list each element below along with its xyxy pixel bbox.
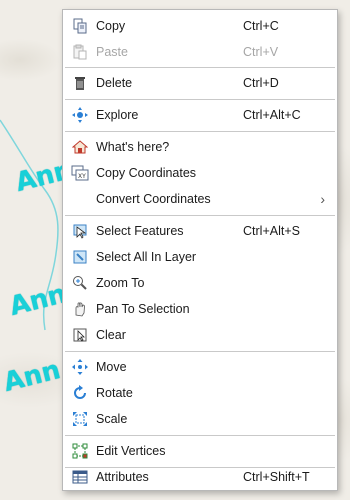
select-features-icon (71, 222, 89, 240)
menu-item-convert-coordinates[interactable]: Convert Coordinates › (63, 186, 337, 212)
menu-item-copy[interactable]: Copy Ctrl+C (63, 13, 337, 39)
menu-item-label: Paste (96, 45, 128, 59)
menu-item-shortcut: Ctrl+D (243, 76, 279, 90)
zoom-to-icon (71, 274, 89, 292)
menu-item-rotate[interactable]: Rotate (63, 380, 337, 406)
menu-item-label: Clear (96, 328, 126, 342)
menu-separator (65, 435, 335, 436)
menu-item-scale[interactable]: Scale (63, 406, 337, 432)
attributes-icon (71, 468, 89, 486)
context-menu: Copy Ctrl+C Paste Ctrl+V Delete Ctrl+D E… (62, 9, 338, 491)
menu-item-shortcut: Ctrl+V (243, 45, 279, 59)
menu-item-label: Convert Coordinates (96, 192, 211, 206)
menu-item-shortcut: Ctrl+Shift+T (243, 470, 310, 484)
pan-icon (71, 300, 89, 318)
menu-item-label: Move (96, 360, 127, 374)
menu-item-label: Copy (96, 19, 126, 33)
menu-item-label: Explore (96, 108, 139, 122)
menu-item-move[interactable]: Move (63, 354, 337, 380)
copy-coordinates-icon: XY (71, 164, 89, 182)
menu-separator (65, 351, 335, 352)
menu-item-clear[interactable]: Clear (63, 322, 337, 348)
menu-separator (65, 215, 335, 216)
scale-icon (71, 410, 89, 428)
menu-item-label: Zoom To (96, 276, 145, 290)
paste-icon (71, 43, 89, 61)
copy-icon (71, 17, 89, 35)
explore-icon (71, 106, 89, 124)
select-all-icon (71, 248, 89, 266)
menu-item-pan-to-selection[interactable]: Pan To Selection (63, 296, 337, 322)
menu-item-whats-here[interactable]: What's here? (63, 134, 337, 160)
menu-item-label: Edit Vertices (96, 444, 166, 458)
menu-item-label: Rotate (96, 386, 133, 400)
menu-item-shortcut: Ctrl+C (243, 19, 279, 33)
menu-item-copy-coordinates[interactable]: XY Copy Coordinates (63, 160, 337, 186)
menu-item-label: Copy Coordinates (96, 166, 197, 180)
menu-item-label: Scale (96, 412, 128, 426)
menu-item-paste[interactable]: Paste Ctrl+V (63, 39, 337, 65)
menu-item-zoom-to[interactable]: Zoom To (63, 270, 337, 296)
menu-item-label: Attributes (96, 470, 149, 484)
menu-separator (65, 67, 335, 68)
menu-item-delete[interactable]: Delete Ctrl+D (63, 70, 337, 96)
menu-item-label: Select Features (96, 224, 184, 238)
menu-item-edit-vertices[interactable]: Edit Vertices (63, 438, 337, 464)
move-icon (71, 358, 89, 376)
whats-here-icon (71, 138, 89, 156)
clear-selection-icon (71, 326, 89, 344)
edit-vertices-icon (71, 442, 89, 460)
menu-item-label: Delete (96, 76, 133, 90)
menu-item-label: What's here? (96, 140, 170, 154)
rotate-icon (71, 384, 89, 402)
menu-item-select-features[interactable]: Select Features Ctrl+Alt+S (63, 218, 337, 244)
menu-item-label: Select All In Layer (96, 250, 197, 264)
menu-item-shortcut: Ctrl+Alt+S (243, 224, 300, 238)
menu-item-explore[interactable]: Explore Ctrl+Alt+C (63, 102, 337, 128)
chevron-right-icon: › (320, 191, 325, 207)
menu-separator (65, 99, 335, 100)
menu-item-label: Pan To Selection (96, 302, 190, 316)
menu-item-select-all-in-layer[interactable]: Select All In Layer (63, 244, 337, 270)
menu-item-shortcut: Ctrl+Alt+C (243, 108, 301, 122)
menu-item-attributes[interactable]: Attributes Ctrl+Shift+T (63, 464, 337, 490)
svg-text:XY: XY (78, 173, 86, 180)
menu-separator (65, 131, 335, 132)
delete-icon (71, 74, 89, 92)
